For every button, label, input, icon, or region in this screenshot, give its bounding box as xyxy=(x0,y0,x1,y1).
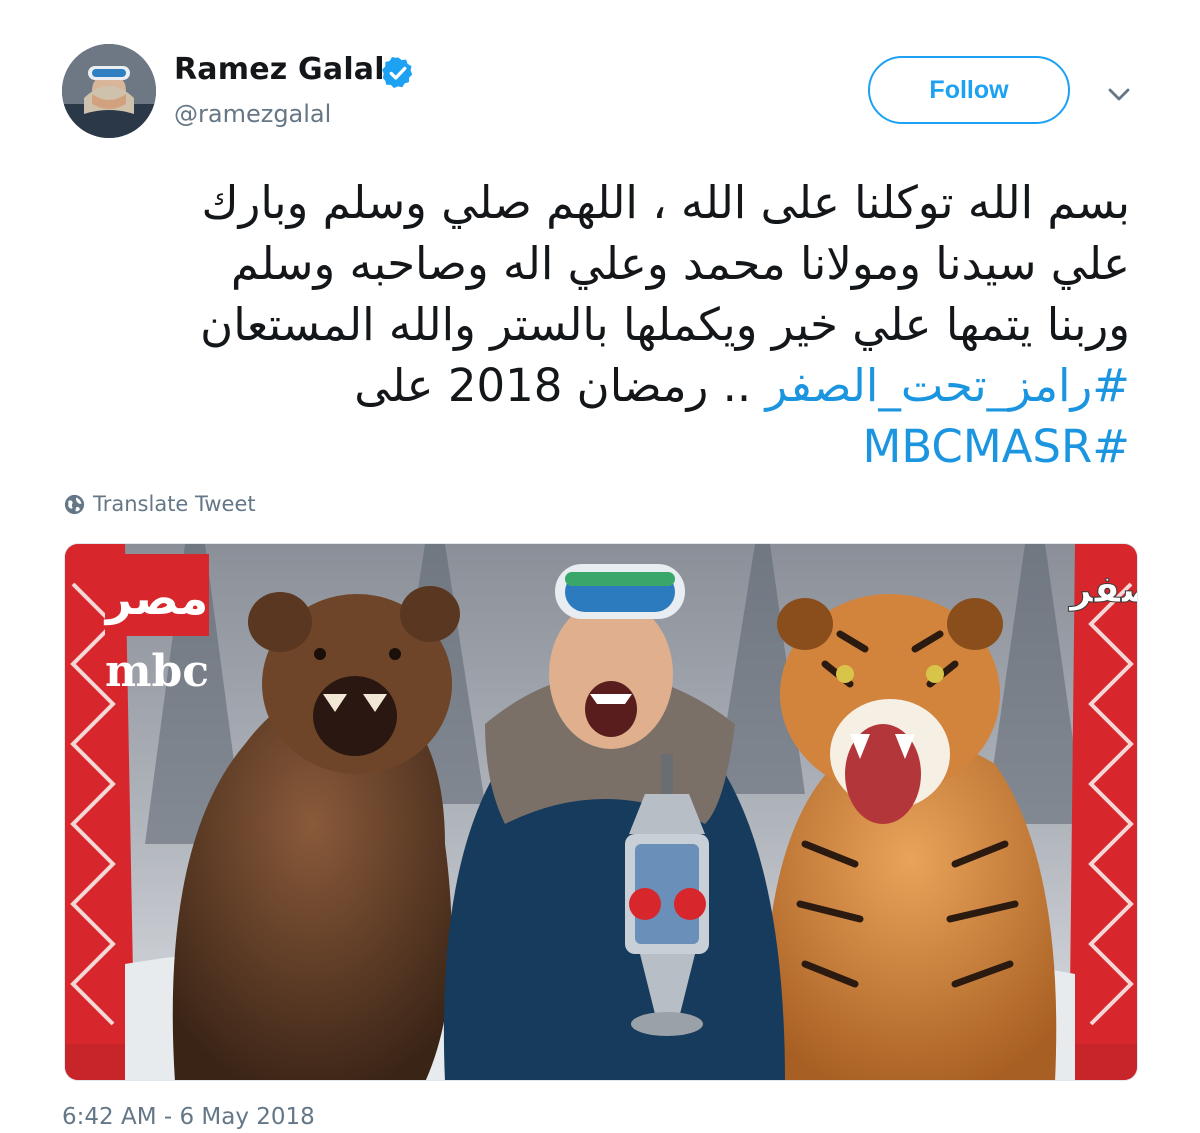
verified-badge-icon xyxy=(382,56,413,88)
tweet-text: بسم الله توكلنا على الله ، اللهم صلي وسل… xyxy=(60,172,1130,477)
tweet-line: وربنا يتمها علي خير ويكملها بالستر والله… xyxy=(200,298,1130,351)
globe-icon xyxy=(64,494,85,514)
chevron-down-icon[interactable] xyxy=(1104,80,1134,108)
mbc-masr-logo: مصر mbc xyxy=(104,554,209,697)
avatar[interactable] xyxy=(62,44,156,138)
hashtag-link[interactable]: #رامز_تحت_الصفر xyxy=(766,359,1130,412)
translate-tweet-link[interactable]: Translate Tweet xyxy=(64,492,256,516)
tweet-timestamp[interactable]: 6:42 AM - 6 May 2018 xyxy=(62,1104,315,1130)
tweet-line: #رامز_تحت_الصفر .. رمضان 2018 على xyxy=(60,355,1130,416)
show-title-text: رامز تحت الصفر xyxy=(1068,567,1138,611)
author-name[interactable]: Ramez Galal xyxy=(174,52,385,87)
tweet-line: بسم الله توكلنا على الله ، اللهم صلي وسل… xyxy=(201,176,1130,229)
follow-button[interactable]: Follow xyxy=(868,56,1070,124)
author-handle[interactable]: @ramezgalal xyxy=(174,100,331,128)
translate-label: Translate Tweet xyxy=(93,492,256,516)
tweet-text-fragment: .. رمضان 2018 على xyxy=(354,359,752,412)
logo-arabic-text: مصر xyxy=(104,571,208,625)
hashtag-link[interactable]: #MBCMASR xyxy=(863,420,1131,473)
tweet-line: #MBCMASR xyxy=(60,416,1131,477)
logo-latin-text: mbc xyxy=(105,646,209,697)
tweet-media-image[interactable]: مصر mbc رامز تحت الصفر xyxy=(64,543,1138,1081)
tweet-line: علي سيدنا ومولانا محمد وعلي اله وصاحبه و… xyxy=(230,237,1130,290)
